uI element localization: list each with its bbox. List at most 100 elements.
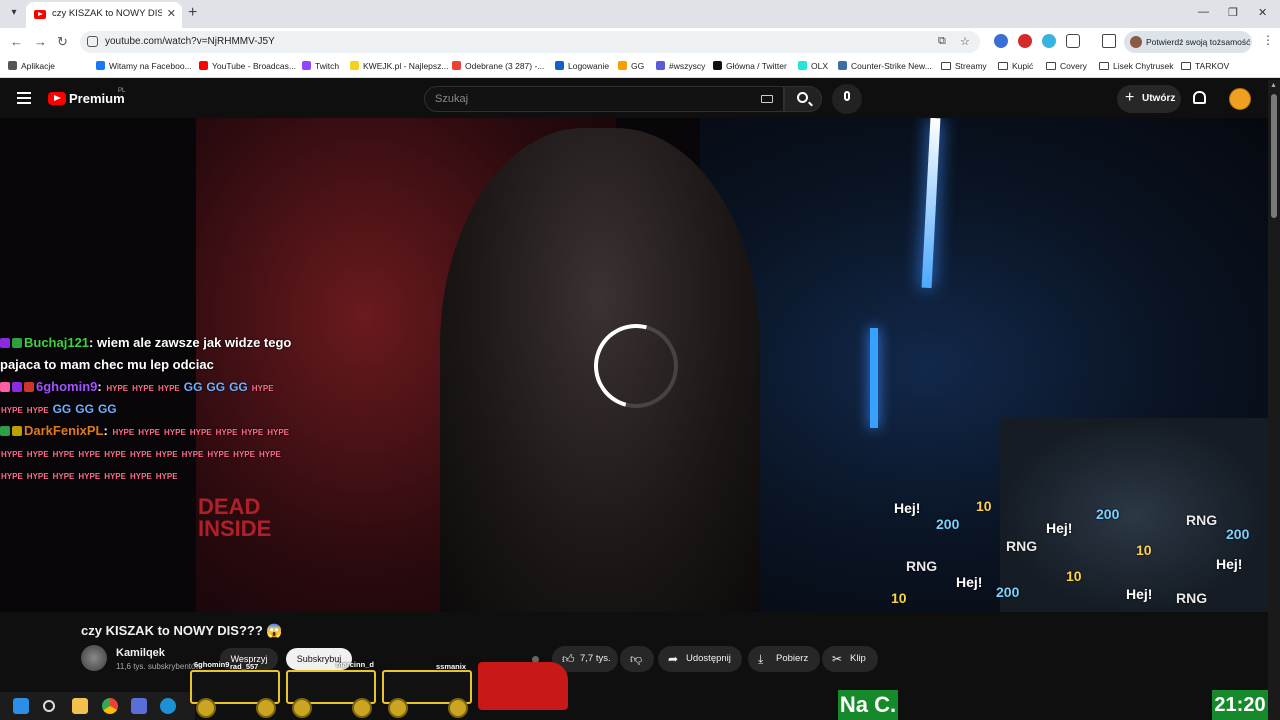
bookmark-item[interactable]: Główna / Twitter — [713, 61, 787, 71]
share-button[interactable]: ➦ Udostępnij — [658, 646, 742, 672]
bookmark-item[interactable]: KWEJK.pl - Najlepsz... — [350, 61, 449, 71]
chat-badge-icon — [12, 338, 22, 348]
tab-title: czy KISZAK to NOWY DIS??? 😱 — [52, 8, 162, 19]
bookmark-item[interactable]: Lisek Chytrusek — [1099, 61, 1173, 71]
back-icon[interactable]: ← — [10, 34, 23, 49]
search-icon — [797, 92, 808, 103]
bookmark-item[interactable]: Logowanie — [555, 61, 609, 71]
voice-search-button[interactable] — [832, 84, 862, 114]
extension-icon[interactable] — [994, 34, 1008, 48]
hype-emote-icon: HYPE — [181, 450, 204, 459]
identity-button[interactable]: Potwierdź swoją tożsamość — [1124, 31, 1252, 53]
clip-button[interactable]: ✂ Klip — [822, 646, 878, 672]
menu-icon[interactable] — [17, 92, 31, 104]
browser-toolbar: ← → ↻ youtube.com/watch?v=NjRHMMV-J5Y ⧉ … — [0, 28, 1280, 56]
emote-cloud-item: Hej! — [1216, 556, 1243, 572]
bookmark-item[interactable]: Twitch — [302, 61, 339, 71]
stream-overlay-timer: 21:20 — [1212, 690, 1268, 720]
chat-username: DarkFenixPL — [24, 423, 104, 438]
bookmark-item[interactable]: #wszyscy — [656, 61, 705, 71]
browser-menu-icon[interactable]: ⋮ — [1262, 33, 1274, 47]
youtube-masthead: Premium PL Szukaj + Utwórz — [0, 80, 1280, 118]
create-button[interactable]: + Utwórz — [1117, 85, 1181, 113]
hype-emote-icon: HYPE — [241, 428, 264, 437]
bookmark-item[interactable]: Kupić — [998, 61, 1033, 71]
hype-emote-icon: HYPE — [52, 450, 75, 459]
chat-badge-icon — [12, 426, 22, 436]
address-bar[interactable]: youtube.com/watch?v=NjRHMMV-J5Y ⧉ ☆ — [80, 31, 980, 53]
microphone-icon — [844, 91, 850, 101]
minimize-icon[interactable]: — — [1198, 6, 1209, 18]
bookmark-item[interactable]: Aplikacje — [8, 61, 55, 71]
bookmark-item[interactable]: OLX — [798, 61, 828, 71]
bookmark-favicon-icon — [8, 61, 17, 70]
tab-close-icon[interactable]: ✕ — [167, 7, 176, 20]
chat-badge-icon — [12, 382, 22, 392]
train-wheel-icon — [256, 698, 276, 718]
browser-tab[interactable]: czy KISZAK to NOWY DIS??? 😱 ✕ — [26, 2, 182, 28]
floppy-icon[interactable] — [131, 698, 147, 714]
keyboard-icon[interactable] — [761, 95, 773, 103]
edge-icon[interactable] — [160, 698, 176, 714]
video-player[interactable]: DEAD INSIDE Buchaj121: wiem ale zawsze j… — [0, 118, 1268, 612]
wall-sign-text: DEAD INSIDE — [198, 494, 272, 541]
download-button[interactable]: ⤓ Pobierz — [748, 646, 820, 672]
train-wheel-icon — [292, 698, 312, 718]
youtube-logo-icon[interactable] — [48, 92, 66, 105]
account-avatar[interactable] — [1229, 88, 1251, 110]
emote-cloud-item: Hej! — [894, 500, 921, 516]
train-engine — [478, 662, 568, 710]
scrollbar-thumb[interactable] — [1271, 94, 1277, 218]
bookmark-star-icon[interactable]: ☆ — [960, 35, 970, 48]
extensions-puzzle-icon[interactable] — [1066, 34, 1080, 48]
chat-message: DarkFenixPL: HYPE HYPE HYPE HYPE HYPE HYPE HYP… — [0, 420, 296, 486]
bookmark-item[interactable]: Counter-Strike New... — [838, 61, 932, 71]
bookmark-item[interactable]: TARKOV — [1181, 61, 1229, 71]
bookmark-item[interactable]: Streamy — [941, 61, 987, 71]
bookmark-item[interactable]: Odebrane (3 287) -... — [452, 61, 544, 71]
close-window-icon[interactable]: ✕ — [1258, 6, 1267, 19]
new-tab-button[interactable]: + — [188, 4, 197, 22]
file-explorer-icon[interactable] — [72, 698, 88, 714]
media-icon[interactable] — [1102, 34, 1116, 48]
channel-avatar[interactable] — [81, 645, 107, 671]
bookmark-favicon-icon — [713, 61, 722, 70]
url-text[interactable]: youtube.com/watch?v=NjRHMMV-J5Y — [105, 36, 275, 47]
site-info-icon[interactable] — [87, 36, 98, 47]
bookmark-item[interactable]: Covery — [1046, 61, 1087, 71]
restore-icon[interactable]: ❐ — [1228, 6, 1238, 19]
chrome-icon[interactable] — [102, 698, 118, 714]
brand-label[interactable]: Premium — [69, 91, 125, 106]
page-scrollbar[interactable]: ▲ — [1268, 80, 1280, 720]
hype-emote-icon: HYPE — [26, 450, 49, 459]
hype-emote-icon: HYPE — [1, 450, 23, 459]
bookmark-favicon-icon — [838, 61, 847, 70]
forward-icon[interactable]: → — [34, 34, 47, 49]
search-input[interactable]: Szukaj — [424, 86, 784, 112]
reload-icon[interactable]: ↻ — [57, 34, 68, 50]
gg-emote-icon: GG — [97, 402, 117, 416]
hype-emote-icon: HYPE — [106, 384, 129, 393]
bookmark-item[interactable]: GG — [618, 61, 644, 71]
tab-search-icon[interactable]: ▾ — [6, 5, 22, 21]
search-icon[interactable] — [43, 700, 55, 712]
cast-icon[interactable]: ⧉ — [938, 35, 946, 48]
gg-emote-icon: GG — [75, 402, 94, 416]
bookmark-label: Główna / Twitter — [726, 61, 787, 71]
notifications-bell-icon[interactable] — [1193, 91, 1206, 104]
channel-name[interactable]: Kamilqek — [116, 647, 165, 659]
share-label: Udostępnij — [686, 653, 731, 664]
search-button[interactable] — [784, 86, 822, 112]
bookmark-favicon-icon — [350, 61, 359, 70]
dislike-button[interactable]: 👎︎ — [620, 646, 654, 672]
hype-train-overlay: 6ghomin9 rad_557 marcinn_d ssmanix — [190, 660, 580, 720]
emote-cloud-item: Hej! — [1046, 520, 1073, 536]
bookmark-item[interactable]: YouTube - Broadcas... — [199, 61, 296, 71]
chat-badge-icon — [0, 382, 10, 392]
scroll-up-icon[interactable]: ▲ — [1270, 82, 1277, 89]
extension-icon[interactable] — [1018, 34, 1032, 48]
extension-icon[interactable] — [1042, 34, 1056, 48]
windows-start-icon[interactable] — [13, 698, 29, 714]
emote-cloud-item: Hej! — [956, 574, 983, 590]
bookmark-item[interactable]: Witamy na Faceboo... — [96, 61, 192, 71]
